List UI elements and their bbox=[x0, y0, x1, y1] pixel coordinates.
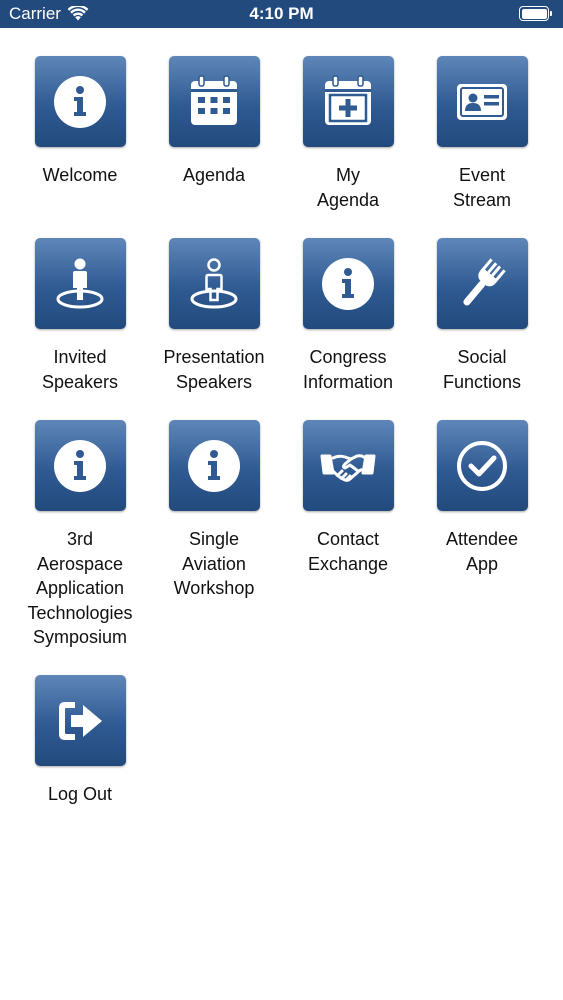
id-card-icon bbox=[457, 83, 507, 120]
home-grid: Welcome Agenda My Agenda Event Stream In… bbox=[0, 28, 563, 1000]
tile-icon-agenda[interactable] bbox=[168, 56, 260, 147]
tile-label: Presentation Speakers bbox=[163, 347, 265, 392]
tile-icon-my-agenda[interactable] bbox=[302, 56, 394, 147]
tile-icon-aviation-workshop[interactable] bbox=[168, 420, 260, 511]
tile-label: Event Stream bbox=[452, 165, 512, 210]
info-icon bbox=[54, 75, 106, 128]
tile-aviation-workshop[interactable]: Single Aviation Workshop bbox=[147, 420, 281, 601]
status-bar: Carrier 4:10 PM bbox=[0, 0, 563, 28]
calendar-plus-icon bbox=[325, 74, 371, 125]
handshake-icon bbox=[320, 453, 376, 482]
tile-icon-welcome[interactable] bbox=[34, 56, 126, 147]
calendar-icon bbox=[191, 74, 237, 125]
tile-label: Log Out bbox=[47, 784, 113, 804]
tile-label: Congress Information bbox=[302, 347, 394, 392]
person-pin-icon bbox=[56, 258, 104, 308]
tile-aerospace-symposium[interactable]: 3rd Aerospace Application Technologies S… bbox=[13, 420, 147, 650]
tile-icon-social-functions[interactable] bbox=[436, 238, 528, 329]
tile-icon-presentation-speakers[interactable] bbox=[168, 238, 260, 329]
tile-label: Invited Speakers bbox=[41, 347, 119, 392]
tile-agenda[interactable]: Agenda bbox=[147, 56, 281, 188]
info-icon bbox=[322, 257, 374, 310]
tile-icon-attendee-app[interactable] bbox=[436, 420, 528, 511]
tile-icon-aerospace-symposium[interactable] bbox=[34, 420, 126, 511]
tile-label: My Agenda bbox=[316, 165, 380, 210]
tile-log-out[interactable]: Log Out bbox=[13, 675, 147, 807]
tile-label: Single Aviation Workshop bbox=[173, 529, 255, 598]
clock: 4:10 PM bbox=[249, 4, 314, 23]
tile-invited-speakers[interactable]: Invited Speakers bbox=[13, 238, 147, 394]
tile-contact-exchange[interactable]: Contact Exchange bbox=[281, 420, 415, 576]
check-circle-icon bbox=[457, 440, 507, 491]
battery-icon bbox=[519, 6, 552, 21]
tile-icon-congress-information[interactable] bbox=[302, 238, 394, 329]
tile-icon-log-out[interactable] bbox=[34, 675, 126, 766]
tile-my-agenda[interactable]: My Agenda bbox=[281, 56, 415, 212]
person-outline-pin-icon bbox=[190, 257, 238, 308]
logout-icon bbox=[59, 701, 102, 740]
info-icon bbox=[54, 439, 106, 492]
tile-event-stream[interactable]: Event Stream bbox=[415, 56, 549, 212]
info-icon bbox=[188, 439, 240, 492]
tile-icon-contact-exchange[interactable] bbox=[302, 420, 394, 511]
tile-icon-invited-speakers[interactable] bbox=[34, 238, 126, 329]
tile-label: Contact Exchange bbox=[307, 529, 389, 574]
fork-icon bbox=[463, 257, 506, 306]
tile-icon-event-stream[interactable] bbox=[436, 56, 528, 147]
tile-social-functions[interactable]: Social Functions bbox=[415, 238, 549, 394]
tile-welcome[interactable]: Welcome bbox=[13, 56, 147, 188]
tile-presentation-speakers[interactable]: Presentation Speakers bbox=[147, 238, 281, 394]
tile-label: Welcome bbox=[42, 165, 118, 185]
tile-label: Social Functions bbox=[442, 347, 522, 392]
tile-congress-information[interactable]: Congress Information bbox=[281, 238, 415, 394]
tile-label: 3rd Aerospace Application Technologies S… bbox=[27, 529, 133, 647]
tile-label: Agenda bbox=[182, 165, 246, 185]
tile-label: Attendee App bbox=[445, 529, 519, 574]
tile-attendee-app[interactable]: Attendee App bbox=[415, 420, 549, 576]
